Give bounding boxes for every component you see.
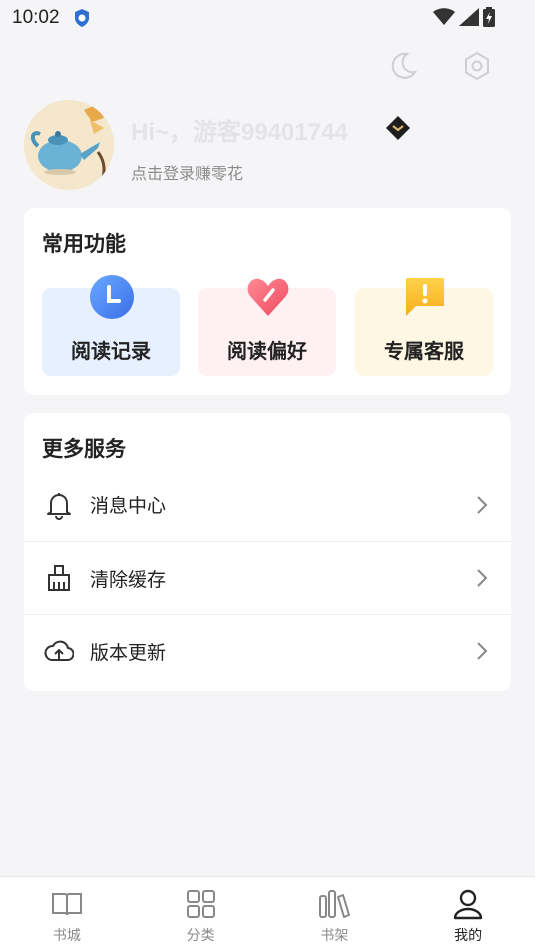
teapot-avatar-icon (24, 100, 114, 190)
tab-label: 书城 (52, 928, 81, 944)
common-functions-card: 常用功能 阅读记录 阅读偏好 专属客服 (24, 208, 511, 395)
section-title: 常用功能 (42, 232, 126, 256)
reading-preference-button[interactable]: 阅读偏好 (198, 278, 336, 376)
user-icon (453, 889, 483, 920)
chevron-right-icon (477, 495, 488, 514)
section-title: 更多服务 (42, 437, 126, 461)
feature-label: 专属客服 (384, 339, 464, 363)
tab-bookshelf[interactable]: 书架 (268, 877, 402, 951)
chat-alert-icon (406, 278, 444, 316)
status-indicators (433, 7, 495, 27)
wifi-icon (433, 8, 455, 25)
profile-header[interactable]: Hi~，游客99401744 点击登录赚零花 (24, 100, 514, 190)
username[interactable]: Hi~，游客99401744 (131, 112, 348, 147)
feature-label: 阅读记录 (71, 339, 151, 363)
tab-category[interactable]: 分类 (134, 877, 268, 951)
version-update-item[interactable]: 版本更新 (24, 614, 511, 687)
tab-label: 书架 (320, 928, 349, 944)
gear-icon (465, 51, 489, 81)
status-bar: 10:02 (0, 0, 535, 36)
book-open-icon (51, 893, 82, 916)
chevron-right-icon (477, 569, 488, 587)
more-services-card: 更多服务 消息中心 清除缓存 版本更新 (24, 413, 511, 691)
login-hint[interactable]: 点击登录赚零花 (131, 160, 243, 184)
broom-icon (48, 565, 70, 591)
battery-icon (483, 7, 495, 27)
bottom-tab-bar: 书城 分类 书架 我的 (0, 876, 535, 951)
chevron-right-icon (477, 642, 488, 660)
signal-icon (459, 8, 479, 26)
clock-icon (90, 275, 134, 319)
menu-item-label: 版本更新 (90, 641, 167, 664)
feature-label: 阅读偏好 (227, 339, 307, 363)
message-center-item[interactable]: 消息中心 (24, 468, 511, 541)
tab-bookstore[interactable]: 书城 (0, 877, 134, 951)
menu-item-label: 消息中心 (90, 495, 167, 517)
moon-icon (391, 52, 418, 79)
menu-item-label: 清除缓存 (90, 568, 167, 591)
customer-service-button[interactable]: 专属客服 (355, 278, 493, 376)
tab-label: 分类 (186, 928, 215, 944)
night-mode-button[interactable] (387, 50, 419, 82)
avatar[interactable] (24, 100, 114, 190)
status-time: 10:02 (12, 7, 60, 28)
grid-icon (186, 890, 215, 918)
settings-button[interactable] (461, 50, 493, 82)
tab-mine[interactable]: 我的 (401, 877, 535, 951)
cloud-upload-icon (44, 640, 74, 661)
reading-history-button[interactable]: 阅读记录 (42, 275, 180, 376)
top-actions (387, 50, 493, 82)
clear-cache-item[interactable]: 清除缓存 (24, 541, 511, 614)
bookshelf-icon (319, 890, 351, 918)
tab-label: 我的 (454, 928, 483, 944)
shield-icon (74, 9, 89, 27)
vip-diamond-icon[interactable] (384, 114, 412, 142)
heart-icon (247, 278, 289, 316)
bell-icon (47, 492, 71, 520)
